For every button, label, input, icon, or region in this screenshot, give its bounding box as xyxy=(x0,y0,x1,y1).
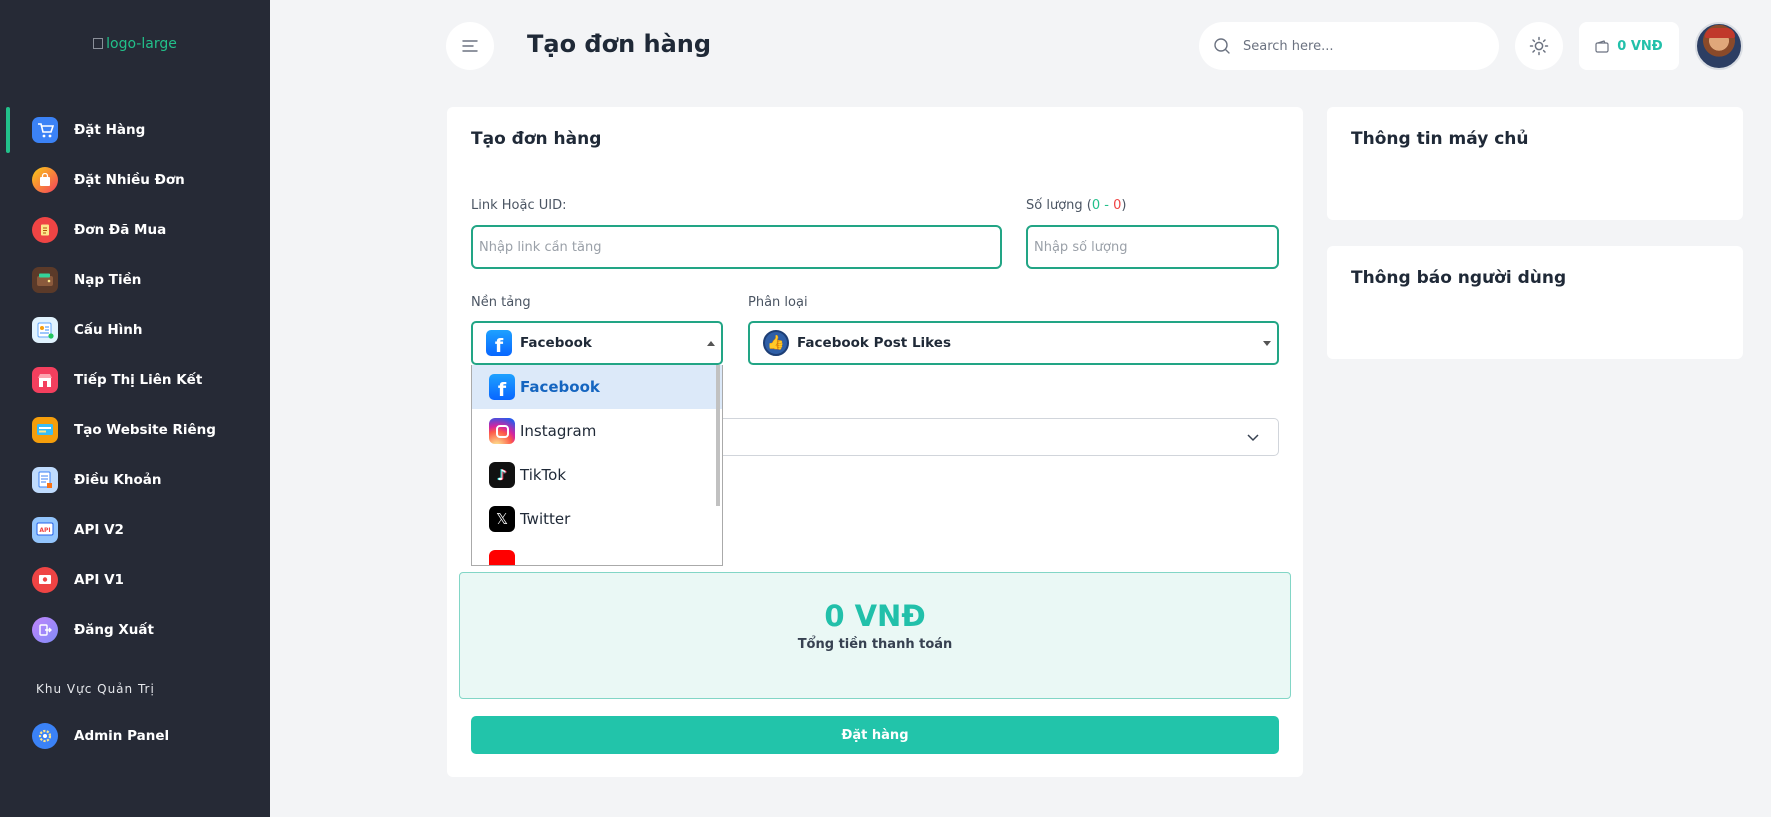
sun-icon xyxy=(1529,36,1549,56)
quantity-label: Số lượng (0 - 0) xyxy=(1026,198,1126,213)
user-notice-title: Thông báo người dùng xyxy=(1351,268,1567,288)
caret-up-icon xyxy=(707,341,715,346)
sidebar-nav: Đặt Hàng Đặt Nhiều Đơn Đơn Đã Mua Nạp Ti… xyxy=(0,105,270,655)
facebook-icon: f xyxy=(486,330,512,356)
youtube-icon xyxy=(489,550,515,565)
api-v1-icon xyxy=(32,567,58,593)
user-notice-card: Thông báo người dùng xyxy=(1327,246,1743,359)
category-select[interactable]: 👍 Facebook Post Likes xyxy=(748,321,1279,365)
sidebar-item-label: Nạp Tiền xyxy=(74,272,142,288)
category-selected-value: Facebook Post Likes xyxy=(797,335,951,351)
theme-toggle-button[interactable] xyxy=(1515,22,1563,70)
sidebar-item-label: API V2 xyxy=(74,522,124,538)
wallet-icon xyxy=(1595,39,1609,53)
sidebar-item-api-v1[interactable]: API V1 xyxy=(0,555,270,605)
sidebar-item-label: Admin Panel xyxy=(74,728,170,744)
instagram-icon xyxy=(489,418,515,444)
sidebar-item-cau-hinh[interactable]: Cấu Hình xyxy=(0,305,270,355)
platform-option-facebook[interactable]: f Facebook xyxy=(472,365,722,409)
total-payment-box: 0 VNĐ Tổng tiền thanh toán xyxy=(459,572,1291,699)
search-input[interactable] xyxy=(1243,38,1473,54)
sidebar-item-label: Điều Khoản xyxy=(74,472,162,488)
wallet-icon xyxy=(32,267,58,293)
quantity-label-text: Số lượng ( xyxy=(1026,198,1092,213)
dropdown-scrollbar[interactable] xyxy=(716,365,720,506)
sidebar-item-label: Tiếp Thị Liên Kết xyxy=(74,372,203,388)
sidebar-item-dang-xuat[interactable]: Đăng Xuất xyxy=(0,605,270,655)
receipt-icon xyxy=(32,217,58,243)
logo-alt-text: logo-large xyxy=(106,36,177,52)
platform-option-instagram[interactable]: Instagram xyxy=(472,409,722,453)
option-label: Instagram xyxy=(520,422,597,440)
sidebar-item-don-da-mua[interactable]: Đơn Đã Mua xyxy=(0,205,270,255)
x-logo-icon: 𝕏 xyxy=(489,506,515,532)
platform-option-tiktok[interactable]: ♪ TikTok xyxy=(472,453,722,497)
logo[interactable]: logo-large xyxy=(0,36,270,52)
server-info-card: Thông tin máy chủ xyxy=(1327,107,1743,220)
server-info-title: Thông tin máy chủ xyxy=(1351,129,1529,149)
option-label: TikTok xyxy=(520,466,567,484)
sidebar-item-dieu-khoan[interactable]: Điều Khoản xyxy=(0,455,270,505)
sidebar-item-nap-tien[interactable]: Nạp Tiền xyxy=(0,255,270,305)
quantity-min: 0 xyxy=(1091,198,1101,213)
sidebar-item-tao-website-rieng[interactable]: Tạo Website Riêng xyxy=(0,405,270,455)
platform-select[interactable]: f Facebook xyxy=(471,321,723,365)
category-label: Phân loại xyxy=(748,295,808,310)
sidebar-item-label: Đăng Xuất xyxy=(74,622,154,638)
user-avatar[interactable] xyxy=(1695,22,1743,70)
sidebar: logo-large Đặt Hàng Đặt Nhiều Đơn Đơn Đã… xyxy=(0,0,270,817)
sidebar-item-dat-nhieu-don[interactable]: Đặt Nhiều Đơn xyxy=(0,155,270,205)
link-input[interactable] xyxy=(471,225,1002,269)
link-label: Link Hoặc UID: xyxy=(471,198,567,213)
document-icon xyxy=(32,467,58,493)
sidebar-item-label: Đặt Nhiều Đơn xyxy=(74,172,185,188)
quantity-range-separator: - xyxy=(1100,198,1114,213)
svg-text:API: API xyxy=(39,527,50,534)
create-order-title: Tạo đơn hàng xyxy=(471,129,602,149)
sidebar-item-label: API V1 xyxy=(74,572,124,588)
sidebar-item-api-v2[interactable]: API API V2 xyxy=(0,505,270,555)
sidebar-item-dat-hang[interactable]: Đặt Hàng xyxy=(0,105,270,155)
sidebar-item-label: Đặt Hàng xyxy=(74,122,146,138)
cart-icon xyxy=(32,117,58,143)
admin-gear-icon xyxy=(32,723,58,749)
wallet-balance-button[interactable]: 0 VNĐ xyxy=(1579,22,1679,70)
total-amount: 0 VNĐ xyxy=(824,599,926,633)
search-box[interactable] xyxy=(1199,22,1499,70)
search-icon xyxy=(1214,38,1230,54)
profile-card-icon xyxy=(32,317,58,343)
tiktok-icon: ♪ xyxy=(489,462,515,488)
menu-toggle-button[interactable] xyxy=(446,22,494,70)
shopping-bag-icon xyxy=(32,167,58,193)
sidebar-item-tiep-thi-lien-ket[interactable]: Tiếp Thị Liên Kết xyxy=(0,355,270,405)
quantity-input[interactable] xyxy=(1026,225,1279,269)
store-icon xyxy=(32,367,58,393)
platform-dropdown-list: f Facebook Instagram ♪ TikTok 𝕏 Twitter xyxy=(471,365,723,566)
sidebar-item-admin-panel[interactable]: Admin Panel xyxy=(0,711,270,761)
chevron-down-icon xyxy=(1247,434,1259,442)
option-label: Twitter xyxy=(520,510,571,528)
facebook-icon: f xyxy=(489,374,515,400)
menu-lines-icon xyxy=(462,40,478,52)
sidebar-item-label: Cấu Hình xyxy=(74,322,143,338)
logout-icon xyxy=(32,617,58,643)
total-label: Tổng tiền thanh toán xyxy=(797,637,953,652)
quantity-label-close: ) xyxy=(1121,198,1127,213)
admin-section-heading: Khu Vực Quản Trị xyxy=(36,682,155,696)
sidebar-item-label: Đơn Đã Mua xyxy=(74,222,167,238)
sidebar-item-label: Tạo Website Riêng xyxy=(74,422,216,438)
broken-image-icon xyxy=(93,38,104,49)
caret-down-icon xyxy=(1263,341,1271,346)
platform-option-twitter[interactable]: 𝕏 Twitter xyxy=(472,497,722,541)
page-title: Tạo đơn hàng xyxy=(527,30,712,58)
thumbs-up-icon: 👍 xyxy=(763,330,789,356)
option-label: Facebook xyxy=(520,378,600,396)
wallet-balance: 0 VNĐ xyxy=(1617,38,1663,54)
website-icon xyxy=(32,417,58,443)
platform-option-partial[interactable] xyxy=(472,541,722,565)
place-order-button[interactable]: Đặt hàng xyxy=(471,716,1279,754)
platform-selected-value: Facebook xyxy=(520,335,592,351)
platform-label: Nền tảng xyxy=(471,295,531,310)
api-v2-icon: API xyxy=(32,517,58,543)
